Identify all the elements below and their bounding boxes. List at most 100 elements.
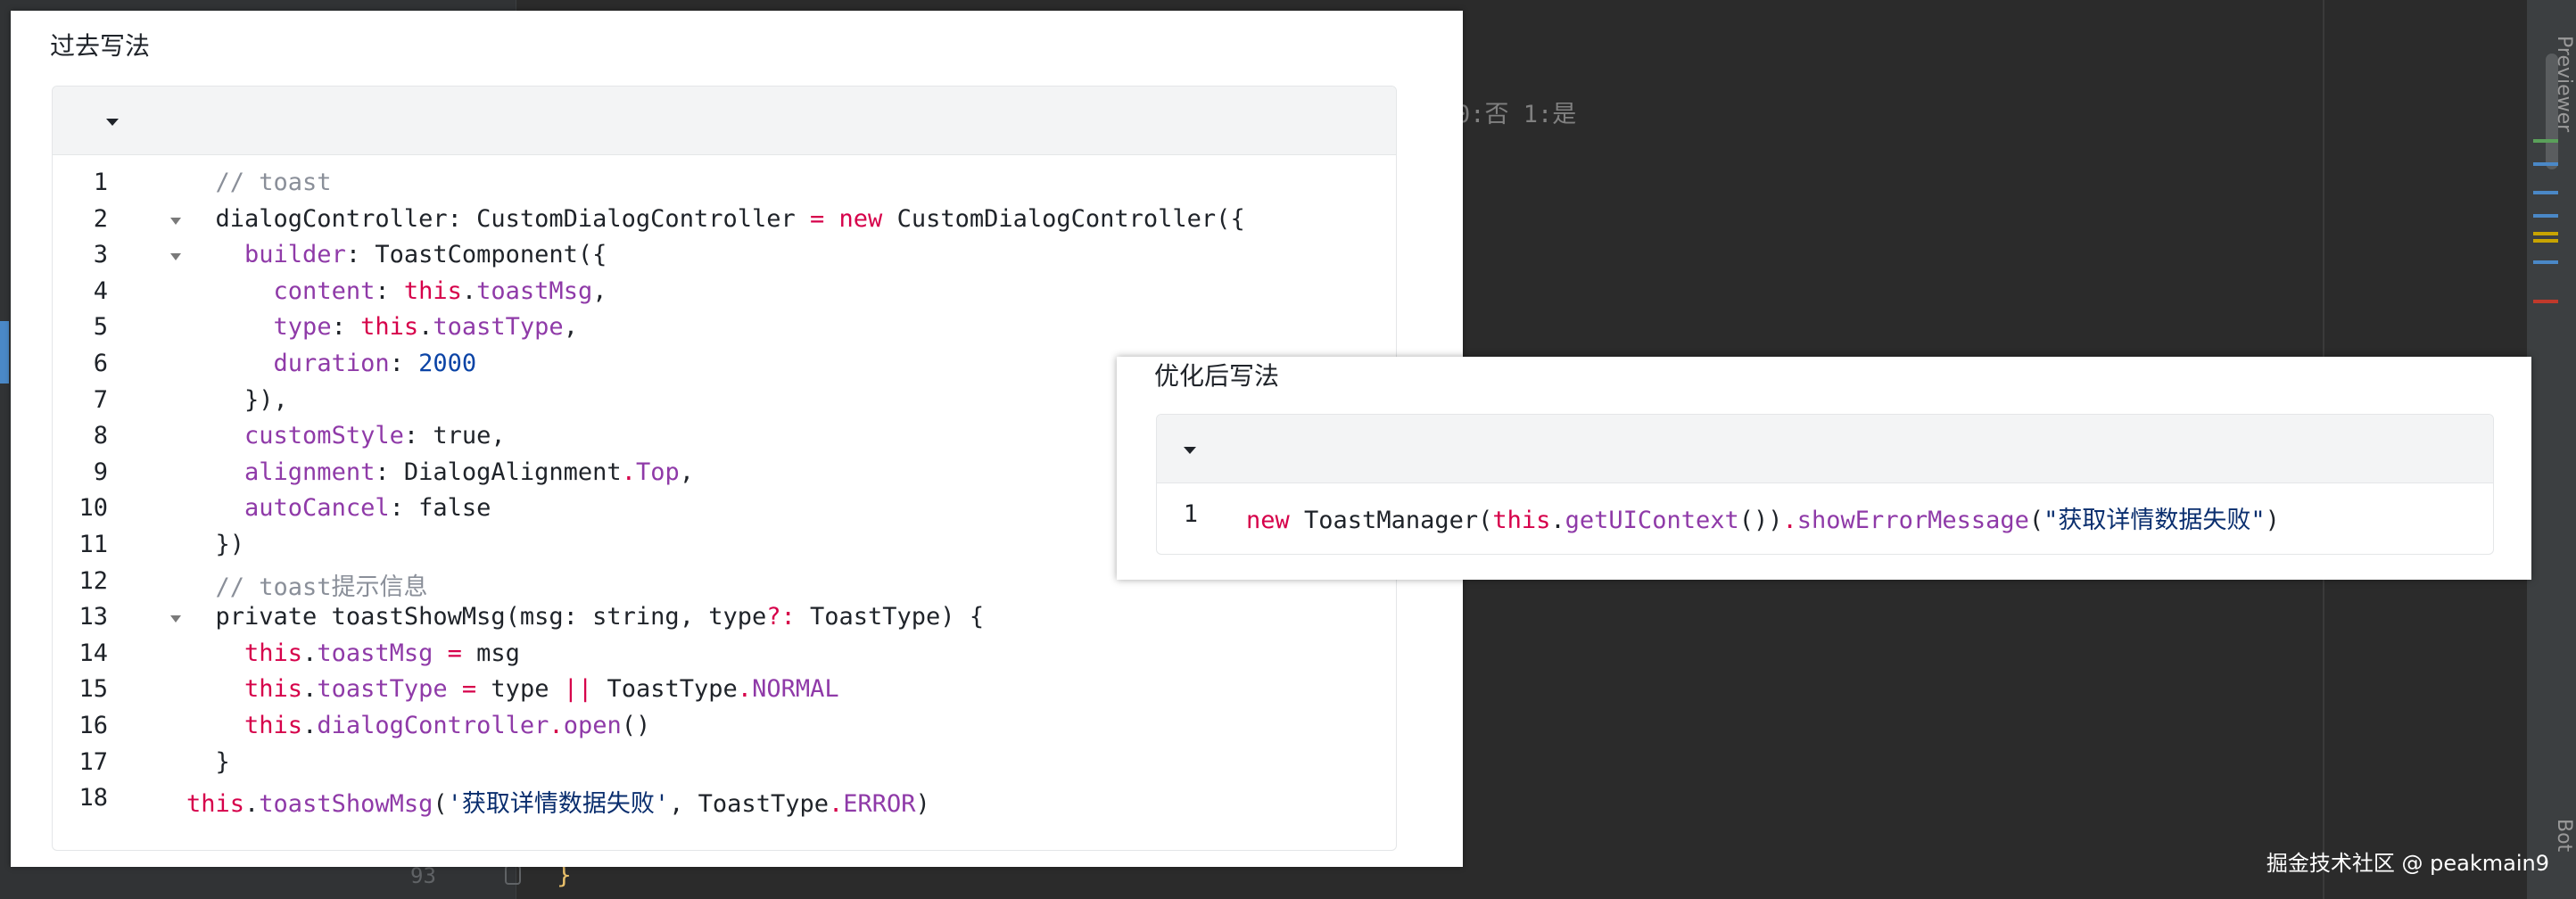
code-text: duration: 2000 xyxy=(186,350,477,377)
collapse-caret-icon[interactable] xyxy=(1184,447,1196,454)
scroll-marker-yellow xyxy=(2533,232,2558,235)
scroll-marker-blue xyxy=(2533,191,2558,194)
code-token: this xyxy=(244,675,303,704)
code-token: : xyxy=(331,313,361,342)
code-token: , xyxy=(563,313,578,342)
code-line: 15 this.toastType = type || ToastType.NO… xyxy=(53,675,1391,711)
code-token: : DialogAlignment xyxy=(375,458,622,486)
line-number: 4 xyxy=(93,276,108,305)
line-number: 10 xyxy=(78,494,108,523)
code-token: toastMsg xyxy=(476,276,593,305)
code-token: ToastType) { xyxy=(795,603,985,631)
code-token: , xyxy=(679,458,694,486)
fold-caret-icon[interactable] xyxy=(170,253,181,261)
code-token: this xyxy=(360,313,419,342)
code-token: . xyxy=(737,675,753,704)
bottom-tool-tab[interactable]: Bot xyxy=(2553,819,2575,852)
fold-caret-icon[interactable] xyxy=(170,615,181,623)
code-token: : xyxy=(389,350,419,377)
line-number: 6 xyxy=(93,350,108,377)
code-token: = xyxy=(461,675,477,704)
scroll-marker-blue xyxy=(2533,260,2558,264)
code-token: toastType xyxy=(317,675,448,704)
code-line: 13 private toastShowMsg(msg: string, typ… xyxy=(53,603,1391,639)
code-line: 16 this.dialogController.open() xyxy=(53,712,1391,747)
code-token: autoCancel xyxy=(244,494,390,523)
code-token: Top xyxy=(635,458,680,486)
code-token: alignment xyxy=(244,458,376,486)
code-token: this xyxy=(186,790,245,819)
code-text: dialogController: CustomDialogController… xyxy=(186,205,1245,233)
code-token: . xyxy=(621,458,636,486)
code-token: . xyxy=(1550,507,1565,534)
code-token: } xyxy=(215,747,230,776)
code-token: . xyxy=(302,639,318,667)
code-token: 2000 xyxy=(418,350,477,377)
code-text: this.toastShowMsg('获取详情数据失败', ToastType.… xyxy=(186,784,930,819)
code-token: new xyxy=(838,204,883,233)
code-token: toastMsg xyxy=(317,639,433,667)
code-text: }), xyxy=(186,386,288,414)
code-token: this xyxy=(1492,507,1551,534)
code-line: 1 new ToastManager(this.getUIContext()).s… xyxy=(1157,500,2486,536)
line-number: 14 xyxy=(78,639,108,667)
code-token: }), xyxy=(244,385,288,414)
line-number: 16 xyxy=(78,712,108,739)
code-token: . xyxy=(549,712,564,739)
code-line: 2 dialogController: CustomDialogControll… xyxy=(53,205,1391,241)
scroll-marker-red xyxy=(2533,300,2558,303)
code-token: : ToastComponent({ xyxy=(345,241,607,269)
code-token: private toastShowMsg(msg: string, type xyxy=(215,603,767,631)
line-number: 7 xyxy=(93,385,108,414)
fold-caret-icon[interactable] xyxy=(170,217,181,225)
fold-icon[interactable] xyxy=(505,865,521,885)
code-token: ERROR xyxy=(843,790,916,819)
code-text: builder: ToastComponent({ xyxy=(186,241,607,268)
code-token: showErrorMessage xyxy=(1796,507,2029,534)
code-token: . xyxy=(828,790,844,819)
code-token: }) xyxy=(215,531,245,558)
code-token: = xyxy=(447,639,462,667)
code-token: . xyxy=(244,790,260,819)
previewer-tab[interactable]: Previewer xyxy=(2553,36,2575,132)
code-token: () xyxy=(621,712,651,739)
panel-title: 优化后写法 xyxy=(1154,361,1280,391)
collapse-caret-icon[interactable] xyxy=(106,119,119,126)
code-text: content: this.toastMsg, xyxy=(186,277,607,305)
code-token: content xyxy=(273,276,376,305)
line-number: 9 xyxy=(93,458,108,486)
code-token: customStyle xyxy=(244,422,404,450)
line-number: 8 xyxy=(93,422,108,450)
line-number: 11 xyxy=(78,531,108,558)
new-code-panel: 优化后写法 1 new ToastManager(this.getUIContex… xyxy=(1117,357,2531,580)
code-line: 14 this.toastMsg = msg xyxy=(53,639,1391,675)
code-token: : false xyxy=(389,494,491,523)
code-token: ) xyxy=(915,790,930,819)
code-token: , ToastType xyxy=(669,790,829,819)
watermark: 掘金技术社区 @ peakmain9 xyxy=(2266,851,2549,876)
code-text: // toast xyxy=(186,169,332,196)
code-token: type xyxy=(476,675,564,704)
line-number: 1 xyxy=(93,169,108,196)
code-token: type xyxy=(273,313,332,342)
code-text: }) xyxy=(186,531,245,558)
code-token: this xyxy=(244,712,303,739)
code-block: 1 new ToastManager(this.getUIContext()).s… xyxy=(1156,414,2494,555)
code-text: this.toastMsg = msg xyxy=(186,639,520,667)
code-token: ToastType xyxy=(592,675,738,704)
code-token: : true, xyxy=(403,422,506,450)
code-text: } xyxy=(186,748,230,776)
code-token: builder xyxy=(244,241,346,269)
code-token: NORMAL xyxy=(752,675,839,704)
